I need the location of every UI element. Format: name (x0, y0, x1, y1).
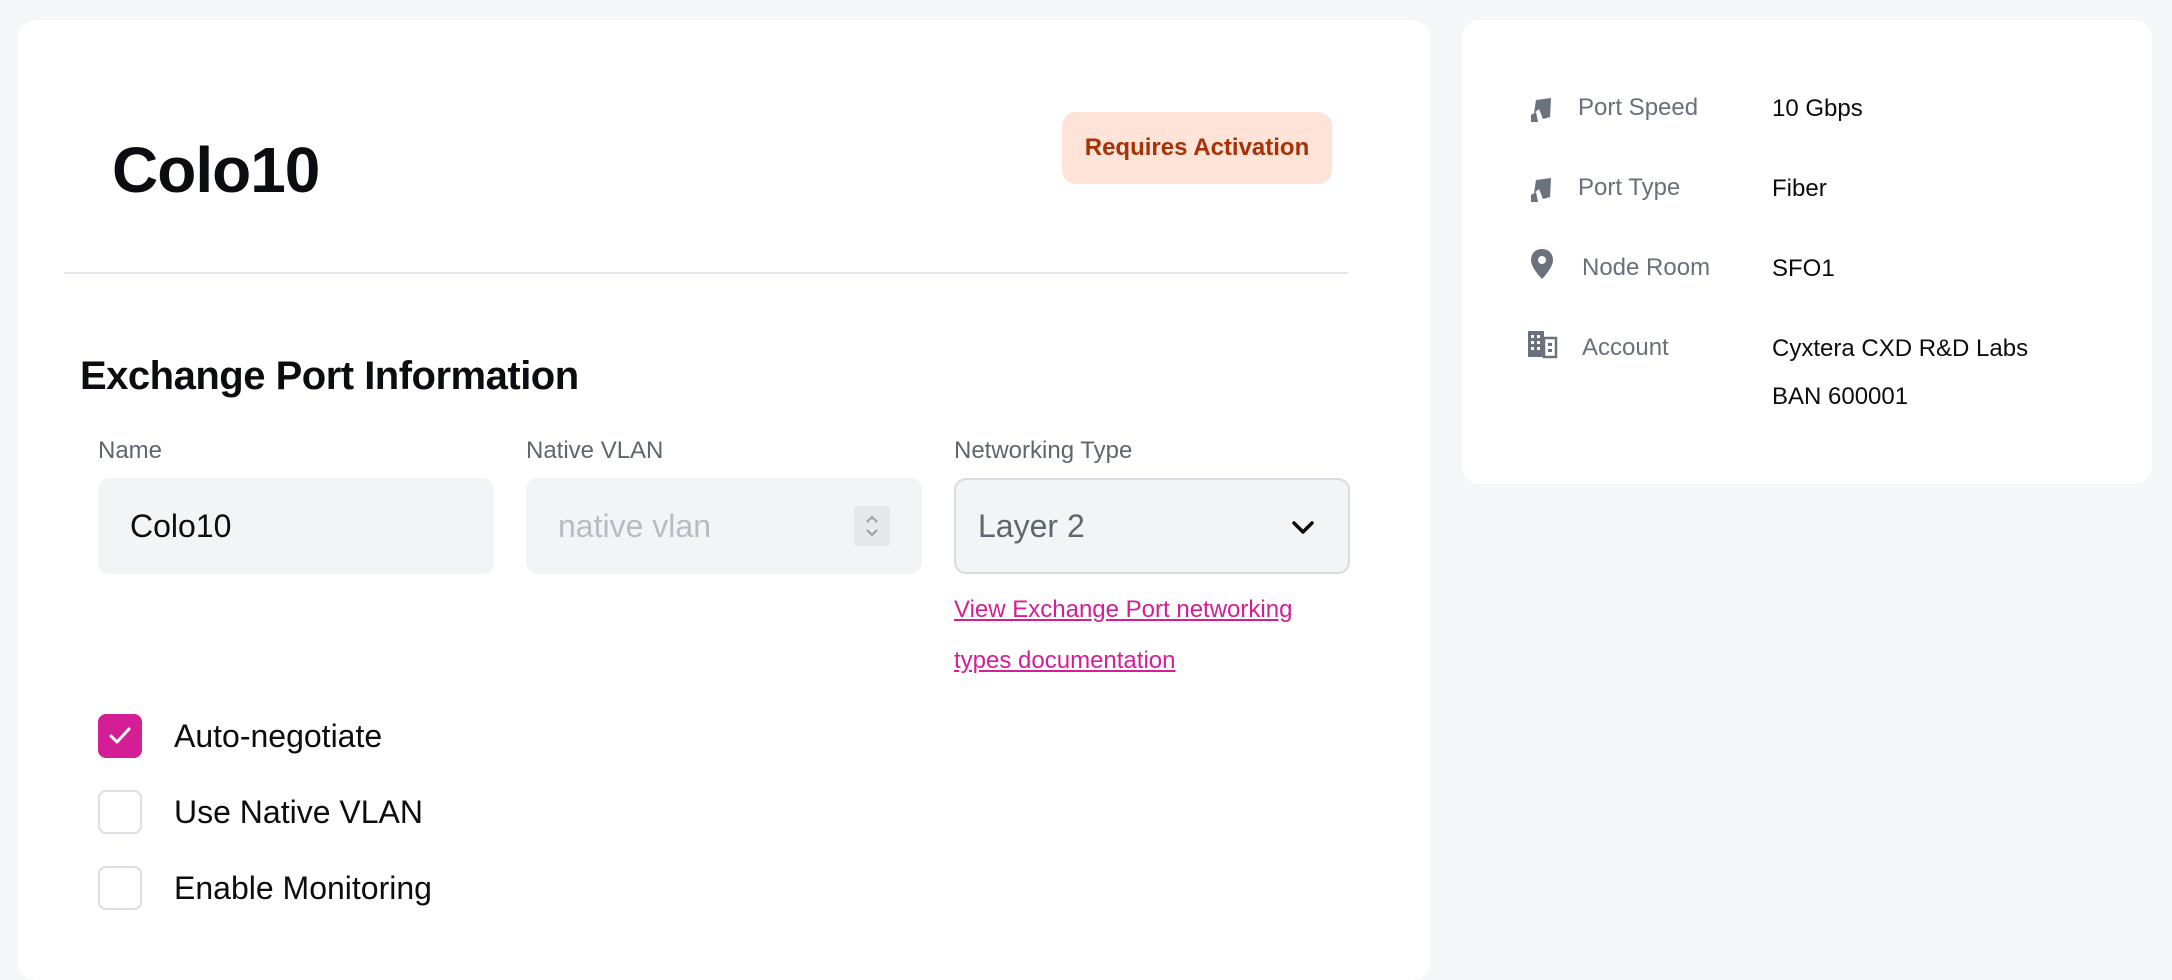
native-vlan-input[interactable]: native vlan (526, 478, 922, 574)
enable-monitoring-label: Enable Monitoring (174, 869, 432, 906)
node-room-label: Node Room (1582, 254, 1711, 281)
status-badge: Requires Activation (1062, 112, 1332, 184)
docs-link-line-1[interactable]: View Exchange Port networking (954, 584, 1354, 635)
enable-monitoring-option[interactable]: Enable Monitoring (98, 866, 432, 910)
map-pin-icon (1524, 246, 1560, 282)
chevron-up-down-icon (866, 515, 878, 537)
account-row (1524, 326, 1560, 362)
stepper-icon[interactable] (854, 506, 890, 546)
building-icon (1524, 326, 1560, 362)
section-title: Exchange Port Information (80, 354, 579, 398)
port-speed-label: Port Speed (1578, 94, 1699, 121)
native-vlan-placeholder: native vlan (558, 507, 711, 544)
auto-negotiate-option[interactable]: Auto-negotiate (98, 714, 382, 758)
use-native-vlan-label: Use Native VLAN (174, 793, 423, 830)
networking-type-select[interactable]: Layer 2 (954, 478, 1350, 574)
name-label: Name (98, 437, 163, 464)
auto-negotiate-label: Auto-negotiate (174, 717, 383, 754)
chevron-down-icon (1292, 521, 1314, 534)
port-speed-row (1524, 92, 1560, 128)
port-speed-value: 10 Gbps (1772, 95, 1863, 122)
divider (64, 272, 1348, 274)
networking-type-value: Layer 2 (978, 507, 1085, 544)
account-label: Account (1582, 334, 1669, 361)
port-icon (1524, 172, 1560, 208)
port-type-row (1524, 172, 1560, 208)
auto-negotiate-checkbox[interactable] (98, 714, 142, 758)
checkmark-icon (109, 727, 131, 744)
enable-monitoring-checkbox[interactable] (98, 866, 142, 910)
native-vlan-label: Native VLAN (526, 437, 664, 464)
node-room-row (1524, 246, 1560, 282)
networking-type-label: Networking Type (954, 437, 1133, 464)
docs-link-line-2[interactable]: types documentation (954, 635, 1354, 686)
use-native-vlan-checkbox[interactable] (98, 790, 142, 834)
account-ban-value: BAN 600001 (1772, 383, 1909, 410)
networking-docs-link[interactable]: View Exchange Port networking types docu… (954, 584, 1354, 686)
use-native-vlan-option[interactable]: Use Native VLAN (98, 790, 423, 834)
port-type-value: Fiber (1772, 175, 1827, 202)
port-type-label: Port Type (1578, 174, 1681, 201)
node-room-value: SFO1 (1772, 255, 1835, 282)
account-name-value: Cyxtera CXD R&D Labs (1772, 335, 2029, 362)
port-icon (1524, 92, 1560, 128)
page-title: Colo10 (112, 134, 320, 206)
name-input[interactable]: Colo10 (98, 478, 494, 574)
name-input-value: Colo10 (130, 507, 232, 544)
